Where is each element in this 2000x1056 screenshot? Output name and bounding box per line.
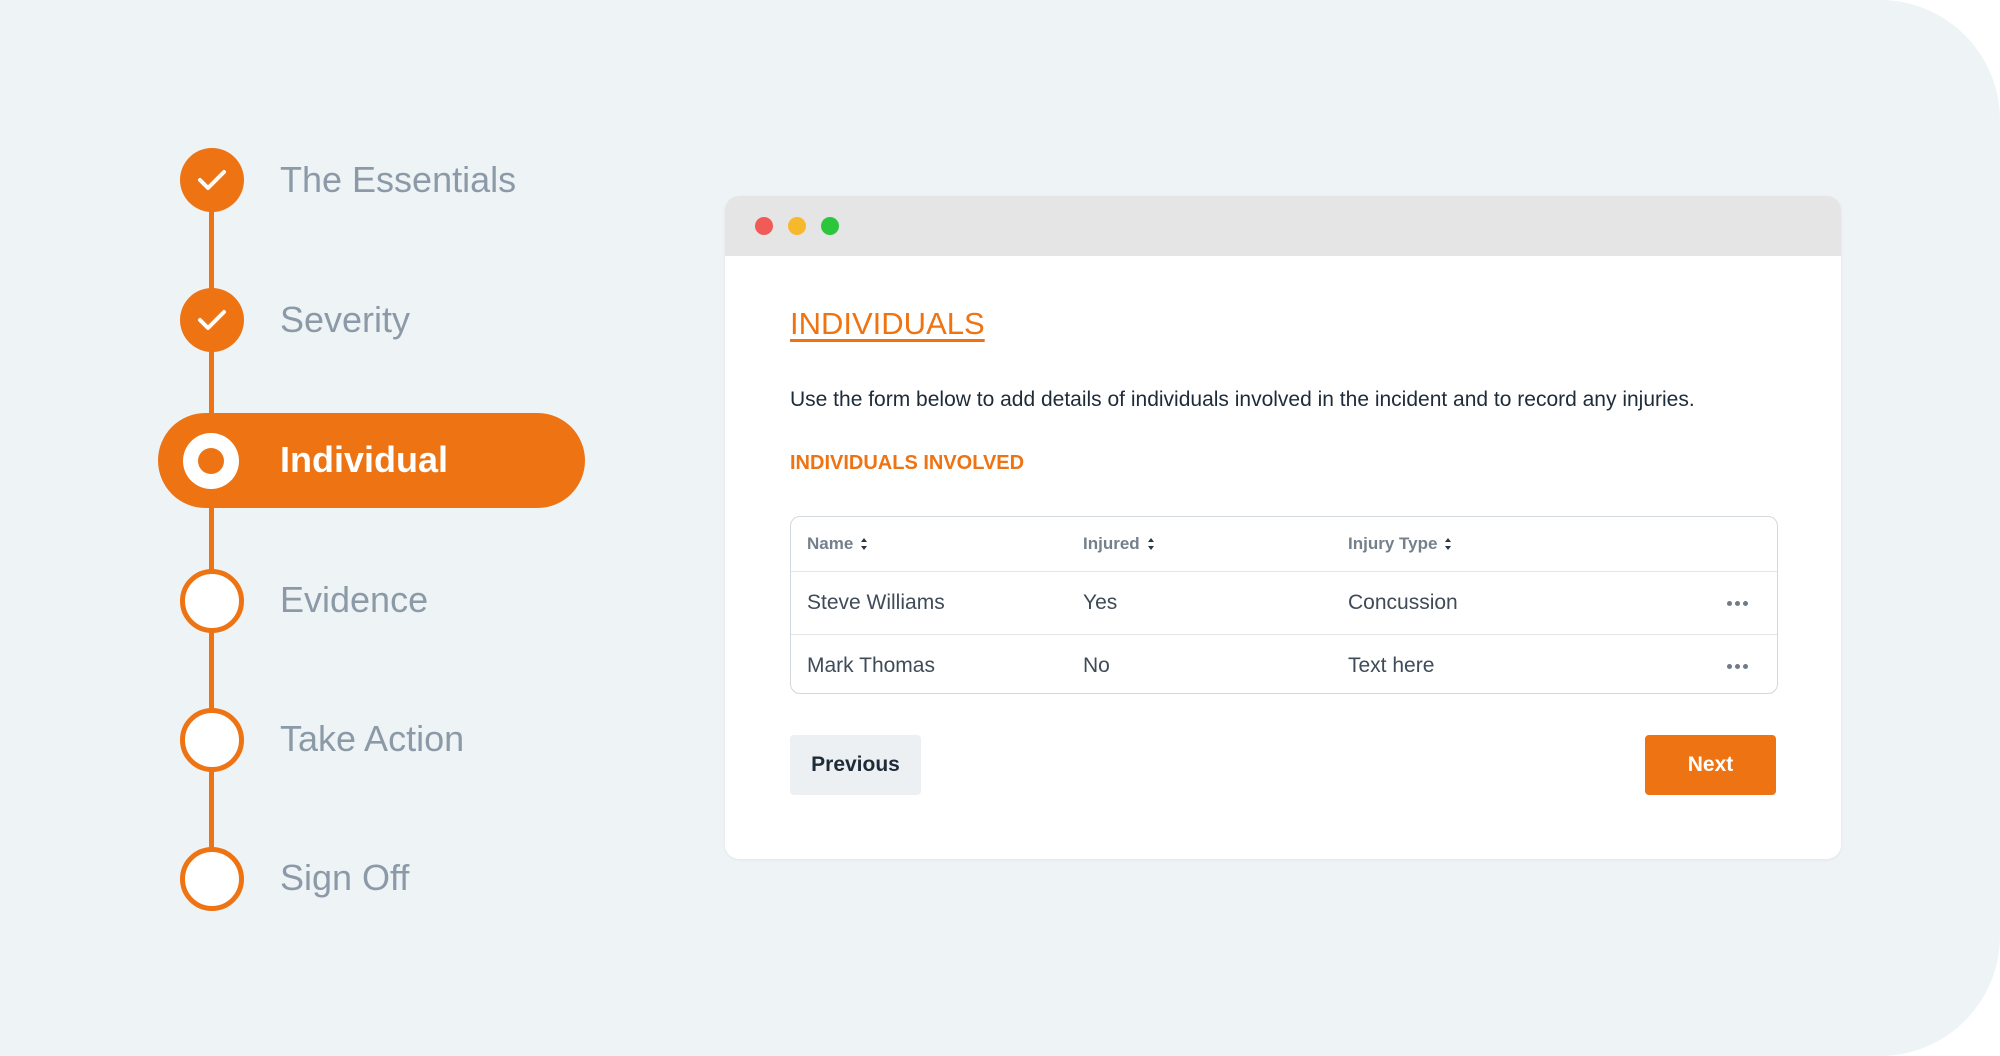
column-header-name[interactable]: Name bbox=[807, 517, 868, 571]
sort-icon[interactable] bbox=[1444, 537, 1452, 551]
section-subheading: INDIVIDUALS INVOLVED bbox=[790, 452, 1025, 474]
step-sign-off[interactable]: Sign Off bbox=[280, 856, 409, 900]
sort-icon[interactable] bbox=[860, 537, 868, 551]
stepper-connector-line bbox=[209, 179, 214, 877]
more-horizontal-icon[interactable] bbox=[1727, 635, 1748, 693]
table-row[interactable]: Mark Thomas No Text here bbox=[791, 635, 1777, 693]
cell-name: Mark Thomas bbox=[807, 654, 935, 677]
cell-injury-type: Text here bbox=[1348, 654, 1435, 677]
column-header-label: Name bbox=[807, 534, 854, 553]
step-individual[interactable]: Individual bbox=[280, 438, 448, 482]
more-horizontal-icon[interactable] bbox=[1727, 572, 1748, 634]
step-take-action[interactable]: Take Action bbox=[280, 717, 464, 761]
step-severity[interactable]: Severity bbox=[280, 298, 410, 342]
check-icon bbox=[180, 148, 244, 212]
step-evidence[interactable]: Evidence bbox=[280, 578, 428, 622]
minimize-window-icon[interactable] bbox=[788, 217, 806, 235]
cell-name: Steve Williams bbox=[807, 591, 945, 614]
intro-text: Use the form below to add details of ind… bbox=[790, 388, 1695, 411]
page-title: INDIVIDUALS bbox=[790, 306, 985, 341]
previous-button[interactable]: Previous bbox=[790, 735, 921, 795]
cell-injured: Yes bbox=[1083, 591, 1118, 614]
column-header-label: Injured bbox=[1083, 534, 1140, 553]
individuals-table: Name Injured Injury Type Steve Williams … bbox=[790, 516, 1778, 694]
table-header: Name Injured Injury Type bbox=[791, 517, 1777, 572]
empty-circle-icon bbox=[180, 708, 244, 772]
column-header-injured[interactable]: Injured bbox=[1083, 517, 1155, 571]
step-the-essentials[interactable]: The Essentials bbox=[280, 158, 516, 202]
sort-icon[interactable] bbox=[1147, 537, 1155, 551]
window-titlebar bbox=[725, 196, 1841, 256]
cell-injury-type: Concussion bbox=[1348, 591, 1458, 614]
maximize-window-icon[interactable] bbox=[821, 217, 839, 235]
close-window-icon[interactable] bbox=[755, 217, 773, 235]
radio-dot-icon bbox=[183, 433, 239, 489]
column-header-label: Injury Type bbox=[1348, 534, 1438, 553]
table-row[interactable]: Steve Williams Yes Concussion bbox=[791, 572, 1777, 635]
next-button[interactable]: Next bbox=[1645, 735, 1776, 795]
cell-injured: No bbox=[1083, 654, 1110, 677]
empty-circle-icon bbox=[180, 847, 244, 911]
form-window: INDIVIDUALS Use the form below to add de… bbox=[725, 196, 1841, 859]
column-header-injury-type[interactable]: Injury Type bbox=[1348, 517, 1452, 571]
check-icon bbox=[180, 288, 244, 352]
progress-stepper: The Essentials Severity Individual Evide… bbox=[0, 0, 640, 1056]
page-background: The Essentials Severity Individual Evide… bbox=[0, 0, 2000, 1056]
empty-circle-icon bbox=[180, 569, 244, 633]
